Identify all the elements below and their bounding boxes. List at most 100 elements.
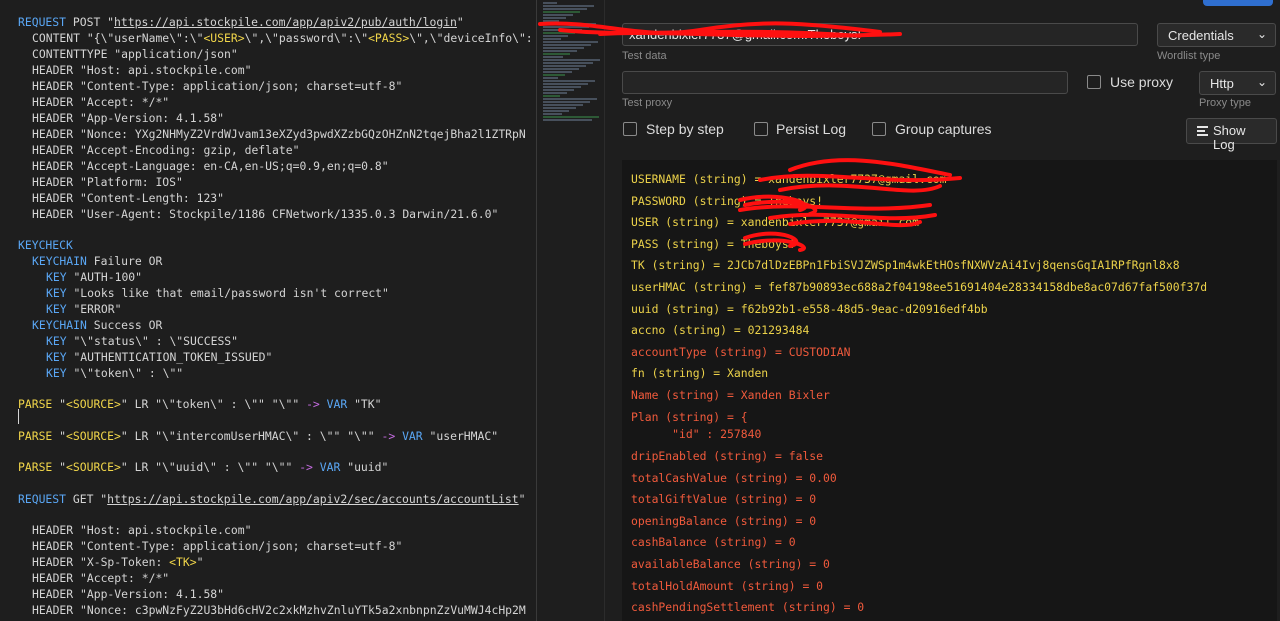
minimap-line [543,71,572,73]
minimap-line [543,2,557,4]
code-line[interactable]: HEADER "Content-Type: application/json; … [32,78,402,94]
code-line[interactable]: KEY "ERROR" [46,301,121,317]
persist-log-checkbox[interactable] [754,122,768,136]
minimap-line [543,44,591,46]
test-data-input[interactable]: xandenbixler7737@gmail.com:Theboys! [622,23,1138,46]
code-line[interactable]: HEADER "Content-Type: application/json; … [32,538,402,554]
code-token: HEADER "X-Sp-Token: [32,555,170,569]
code-line[interactable]: HEADER "Host: api.stockpile.com" [32,522,251,538]
minimap-line [543,8,587,10]
code-line[interactable]: PARSE "<SOURCE>" LR "\"intercomUserHMAC\… [18,428,498,444]
code-line[interactable]: KEY "Looks like that email/password isn'… [46,285,389,301]
code-token: https://api.stockpile.com/app/apiv2/sec/… [107,492,519,506]
code-token: <PASS> [368,31,410,45]
code-token: " [59,429,67,443]
step-by-step-checkbox[interactable] [623,122,637,136]
code-line[interactable]: KEYCHAIN Success OR [32,317,162,333]
minimap-line [543,35,568,37]
code-line[interactable]: HEADER "Accept: */*" [32,570,169,586]
code-line[interactable]: HEADER "User-Agent: Stockpile/1186 CFNet… [32,206,498,222]
code-line[interactable]: REQUEST POST "https://api.stockpile.com/… [18,14,464,30]
variable-line: openingBalance (string) = 0 [631,514,817,528]
code-token: Success OR [93,318,163,332]
code-line[interactable]: KEYCHAIN Failure OR [32,253,162,269]
list-icon [1197,126,1208,136]
minimap-line [543,107,576,109]
minimap-line [543,95,560,97]
variable-line: PASS (string) = Theboys! [631,237,796,251]
step-by-step-label[interactable]: Step by step [646,121,724,137]
code-token: HEADER "App-Version: 4.1.58" [32,587,225,601]
code-line[interactable]: KEYCHECK [18,237,73,253]
code-line[interactable]: CONTENTTYPE "application/json" [32,46,238,62]
code-token: "\"status\" : \"SUCCESS" [73,334,239,348]
minimap-line [543,20,559,22]
variable-line: USERNAME (string) = xandenbixler7737@gma… [631,172,947,186]
code-line[interactable]: KEY "AUTHENTICATION_TOKEN_ISSUED" [46,349,272,365]
code-token: REQUEST [18,15,73,29]
code-token: KEY [46,270,74,284]
code-token: CONTENT "{\"userName\":\" [32,31,204,45]
variable-line: availableBalance (string) = 0 [631,557,830,571]
variable-line: Plan (string) = { [631,410,748,424]
code-token: VAR [326,397,355,411]
code-line[interactable]: HEADER "App-Version: 4.1.58" [32,110,224,126]
code-line[interactable]: HEADER "App-Version: 4.1.58" [32,586,224,602]
code-token: KEYCHAIN [32,254,94,268]
code-token: <TK> [169,555,197,569]
code-line[interactable]: HEADER "Host: api.stockpile.com" [32,62,251,78]
code-line[interactable]: HEADER "Accept-Language: en-CA,en-US;q=0… [32,158,389,174]
code-line[interactable]: HEADER "X-Sp-Token: <TK>" [32,554,203,570]
minimap-line [543,104,583,106]
code-token: " LR "\"uuid\" : \"" "\"" [120,460,300,474]
code-token: -> [306,397,327,411]
test-proxy-input[interactable] [622,71,1068,94]
code-token: KEYCHAIN [32,318,94,332]
wordlist-type-caption: Wordlist type [1157,50,1221,62]
minimap-line [543,38,561,40]
variable-line: userHMAC (string) = fef87b90893ec688a2f0… [631,280,1208,294]
code-line[interactable]: HEADER "Platform: IOS" [32,174,183,190]
minimap-line [543,50,577,52]
minimap-line [543,29,582,31]
variable-line: cashBalance (string) = 0 [631,535,796,549]
debug-start-button[interactable] [1203,0,1273,6]
code-token: "userHMAC" [429,429,499,443]
minimap-line [543,68,579,70]
minimap-line [543,110,569,112]
use-proxy-label[interactable]: Use proxy [1110,74,1173,90]
code-token: -> [381,429,403,443]
code-token: KEY [46,302,74,316]
code-line[interactable]: KEY "AUTH-100" [46,269,142,285]
code-token: -> [299,460,320,474]
code-token: HEADER "Accept: */*" [32,571,170,585]
wordlist-type-select[interactable]: Credentials ⌄ [1157,23,1276,47]
code-line[interactable]: KEY "\"token\" : \"" [46,365,183,381]
variables-output[interactable]: USERNAME (string) = xandenbixler7737@gma… [622,160,1277,621]
code-token: PARSE [18,460,60,474]
code-line[interactable]: KEY "\"status\" : \"SUCCESS" [46,333,238,349]
code-line[interactable]: HEADER "Nonce: YXg2NHMyZ2VrdWJvam13eXZyd… [32,126,526,142]
code-token: CONTENTTYPE "application/json" [32,47,238,61]
code-line[interactable]: PARSE "<SOURCE>" LR "\"uuid\" : \"" "\""… [18,459,388,475]
show-log-button[interactable]: Show Log [1186,118,1277,152]
code-line[interactable]: PARSE "<SOURCE>" LR "\"token\" : \"" "\"… [18,396,382,412]
editor-minimap[interactable] [537,0,605,130]
proxy-type-select[interactable]: Http ⌄ [1199,71,1276,95]
code-line[interactable]: HEADER "Accept: */*" [32,94,169,110]
code-line[interactable]: CONTENT "{\"userName\":\"<USER>\",\"pass… [32,30,533,46]
code-line[interactable]: REQUEST GET "https://api.stockpile.com/a… [18,491,526,507]
use-proxy-checkbox[interactable] [1087,75,1101,89]
script-editor[interactable]: REQUEST POST "https://api.stockpile.com/… [0,0,536,621]
code-line[interactable]: HEADER "Nonce: c3pwNzFyZ2U3bHd6cHV2c2xkM… [32,602,526,618]
group-captures-checkbox[interactable] [872,122,886,136]
code-token: " [59,460,67,474]
code-token: HEADER "Platform: IOS" [32,175,183,189]
code-line[interactable]: HEADER "Content-Length: 123" [32,190,224,206]
minimap-line [543,113,562,115]
code-token: VAR [402,429,430,443]
persist-log-label[interactable]: Persist Log [776,121,846,137]
group-captures-label[interactable]: Group captures [895,121,992,137]
code-token: PARSE [18,397,60,411]
code-line[interactable]: HEADER "Accept-Encoding: gzip, deflate" [32,142,299,158]
